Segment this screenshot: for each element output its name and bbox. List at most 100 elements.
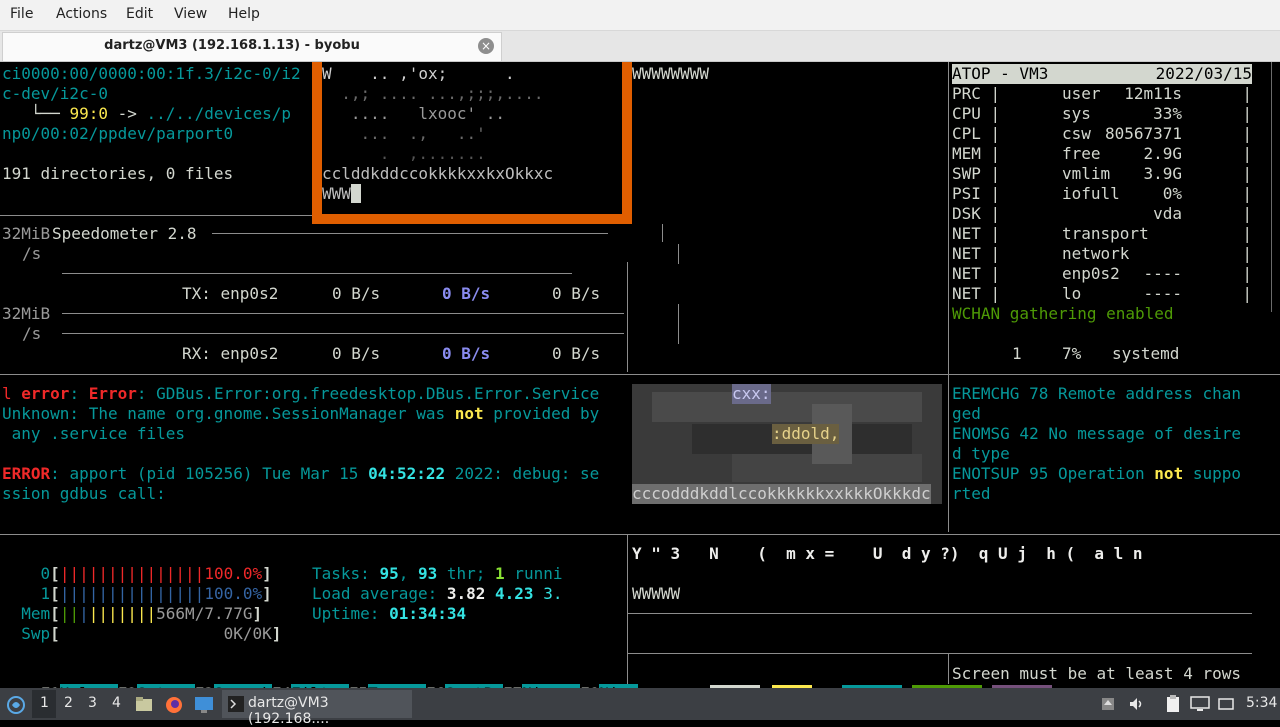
tree-summary: 191 directories, 0 files bbox=[2, 164, 234, 183]
divider bbox=[628, 613, 1252, 614]
atop-row-value: 3.9G bbox=[1143, 164, 1182, 183]
speedometer-title: Speedometer 2.8 bbox=[52, 224, 197, 243]
atop-row: NET | transport | bbox=[952, 224, 1252, 244]
divider bbox=[0, 534, 1280, 535]
tx-scale: 32MiB bbox=[2, 224, 51, 243]
tx-value-2: 0 B/s bbox=[442, 284, 491, 303]
top-middle-text: WWWWWWWW bbox=[632, 64, 710, 83]
rx-value-3: 0 B/s bbox=[552, 344, 601, 363]
atop-separator: | bbox=[980, 164, 1001, 183]
workspace-1[interactable]: 1 bbox=[40, 695, 49, 711]
atop-row-key: free bbox=[1062, 144, 1101, 163]
atop-row: SWP | vmlim 3.9G | bbox=[952, 164, 1252, 184]
clipboard-icon[interactable] bbox=[1165, 695, 1181, 713]
atop-row-key: sys bbox=[1062, 104, 1091, 123]
scrambled-text: Y " 3 N ( m x = U d y ?) q U j h ( a l n bbox=[632, 544, 1143, 563]
atop-row-value: 80567371 bbox=[1104, 124, 1182, 143]
atop-row: CPU | sys 33% | bbox=[952, 104, 1252, 124]
menu-edit[interactable]: Edit bbox=[126, 6, 153, 22]
atop-row-label: PSI bbox=[952, 184, 981, 203]
atop-row: NET | network | bbox=[952, 244, 1252, 264]
terminal-tab[interactable]: dartz@VM3 (192.168.1.13) - byobu × bbox=[2, 32, 502, 61]
atop-row-key: transport bbox=[1062, 224, 1149, 243]
pane-divider bbox=[678, 304, 679, 344]
log-line-2: Unknown: The name org.gnome.SessionManag… bbox=[2, 404, 600, 423]
htop-cpu0-meter: 0[|||||||||||||||100.0%] bbox=[40, 564, 272, 583]
log-line-5: ssion gdbus call: bbox=[2, 484, 166, 503]
clock[interactable]: 5:34 bbox=[1246, 695, 1277, 711]
task-terminal[interactable]: dartz@VM3 (192.168.... bbox=[222, 690, 412, 727]
atop-separator: | bbox=[980, 224, 1001, 243]
tx-value-3: 0 B/s bbox=[552, 284, 601, 303]
desktop-icon[interactable] bbox=[194, 696, 214, 714]
pane-divider bbox=[948, 62, 949, 532]
pane-divider bbox=[948, 654, 949, 684]
tx-label: TX: enp0s2 bbox=[182, 284, 279, 303]
atop-separator: | bbox=[1242, 284, 1252, 303]
firefox-icon[interactable] bbox=[164, 695, 184, 715]
cursor bbox=[350, 184, 361, 203]
menu-view[interactable]: View bbox=[174, 6, 207, 22]
atop-separator: | bbox=[980, 104, 1001, 123]
atop-separator: | bbox=[1242, 144, 1252, 163]
atop-separator: | bbox=[1242, 244, 1252, 263]
file-manager-icon[interactable] bbox=[135, 696, 153, 712]
terminal-area[interactable]: ci0000:00/0000:00:1f.3/i2c-0/i2 c-dev/i2… bbox=[0, 62, 1280, 703]
ascii-line: WWW bbox=[322, 184, 361, 204]
terminal-icon bbox=[228, 696, 244, 712]
atop-separator: | bbox=[1242, 204, 1252, 223]
atop-row-key: enp0s2 bbox=[1062, 264, 1120, 283]
pixel-image-pane: cxx: :ddold, cccodddkddlccokkkkkkxxkkkOk… bbox=[632, 384, 942, 504]
atop-row-label: CPL bbox=[952, 124, 981, 143]
atop-row-value: ---- bbox=[1143, 264, 1182, 283]
menu-help[interactable]: Help bbox=[228, 6, 260, 22]
atop-row-label: NET bbox=[952, 284, 981, 303]
atop-header: ATOP - VM3 2022/03/15 bbox=[952, 64, 1252, 84]
atop-row-value: 0% bbox=[1162, 184, 1182, 203]
atop-separator: | bbox=[980, 204, 1001, 223]
atop-row: DSK | vda | bbox=[952, 204, 1252, 224]
atop-row-value: 2.9G bbox=[1143, 144, 1182, 163]
ascii-line: ... ., ..' bbox=[322, 124, 486, 143]
ascii-line: .,; .... ...,;;;,.... bbox=[322, 84, 544, 103]
atop-separator: | bbox=[980, 144, 1001, 163]
ascii-art-frame: W .. ,'ox; . .,; .... ...,;;;,.... .... … bbox=[312, 62, 632, 224]
htop-tasks: Tasks: 95, 93 thr; 1 runni bbox=[312, 564, 563, 583]
log-line-3: any .service files bbox=[2, 424, 186, 443]
tree-line: np0/00:02/ppdev/parport0 bbox=[2, 124, 234, 143]
workspace-2[interactable]: 2 bbox=[64, 695, 73, 711]
log-line-4: ERROR: apport (pid 105256) Tue Mar 15 04… bbox=[2, 464, 600, 483]
display-icon[interactable] bbox=[1190, 696, 1210, 712]
task-title: dartz@VM3 (192.168.... bbox=[248, 695, 330, 727]
atop-row-key: lo bbox=[1062, 284, 1082, 303]
menu-bar: File Actions Edit View Help bbox=[0, 0, 1280, 31]
atop-row-key: user bbox=[1062, 84, 1101, 103]
pane-divider bbox=[627, 534, 628, 684]
errno-line: d type bbox=[952, 444, 1010, 463]
graph-line bbox=[62, 313, 624, 314]
tree-line: c-dev/i2c-0 bbox=[2, 84, 108, 103]
atop-separator: | bbox=[980, 124, 1001, 143]
atop-separator: | bbox=[1242, 124, 1252, 143]
menu-actions[interactable]: Actions bbox=[56, 6, 107, 22]
volume-icon[interactable] bbox=[1128, 696, 1146, 712]
atop-row-label: SWP bbox=[952, 164, 981, 183]
htop-uptime: Uptime: 01:34:34 bbox=[312, 604, 467, 623]
screen-size-message: Screen must be at least 4 rows bbox=[952, 664, 1241, 683]
tray-update-icon[interactable] bbox=[1100, 696, 1116, 712]
atop-row-label: NET bbox=[952, 264, 981, 283]
start-menu-icon[interactable] bbox=[6, 695, 26, 715]
atop-row-label: CPU bbox=[952, 104, 981, 123]
close-icon[interactable]: × bbox=[478, 38, 494, 54]
htop-mem-meter: Mem[||||||||||566M/7.77G] bbox=[21, 604, 263, 623]
divider bbox=[0, 374, 1280, 375]
atop-row-label: PRC bbox=[952, 84, 981, 103]
errno-line: ged bbox=[952, 404, 981, 423]
ascii-line: .... lxooc' .. bbox=[322, 104, 506, 123]
workspace-3[interactable]: 3 bbox=[88, 695, 97, 711]
atop-separator: | bbox=[980, 264, 1001, 283]
workspace-4[interactable]: 4 bbox=[112, 695, 121, 711]
menu-file[interactable]: File bbox=[10, 6, 33, 22]
graph-line bbox=[62, 273, 572, 274]
network-icon[interactable] bbox=[1218, 696, 1234, 712]
